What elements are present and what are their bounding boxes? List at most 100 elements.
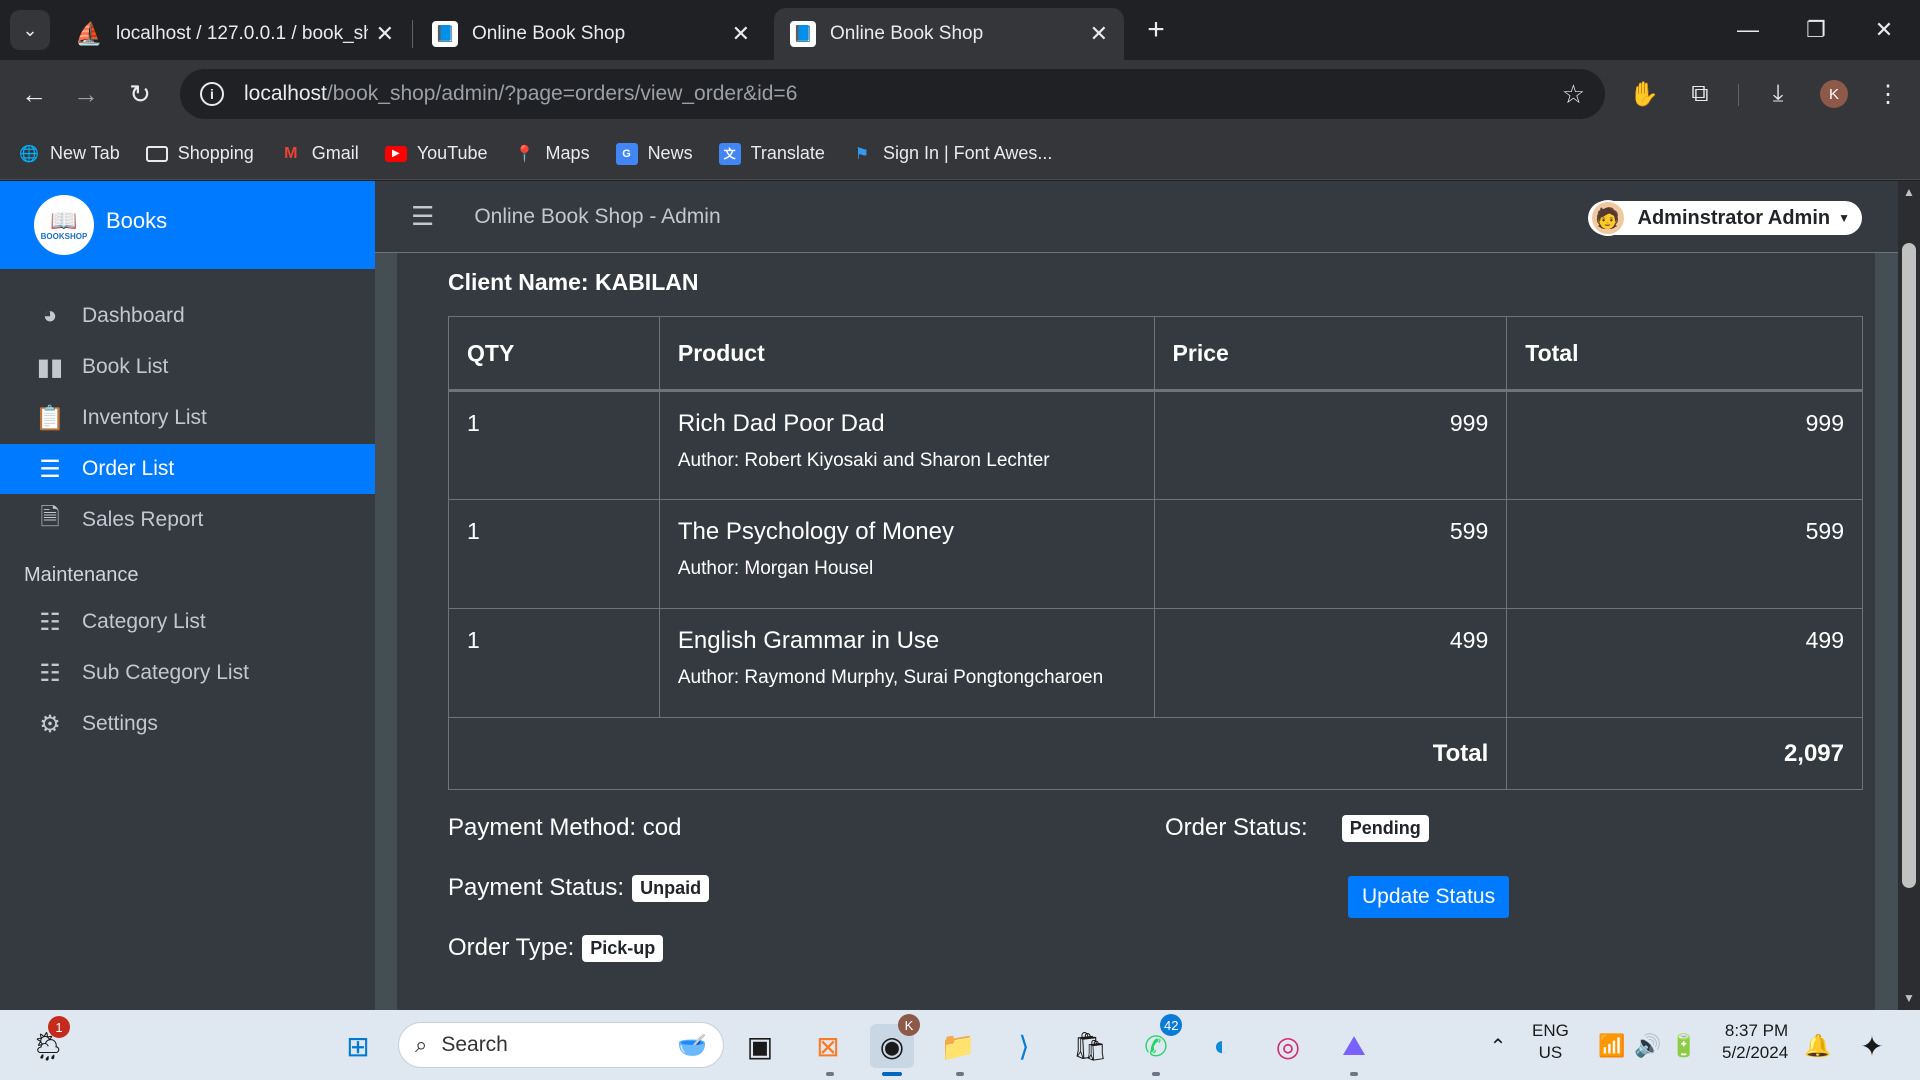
bookmark-translate[interactable]: 文 Translate xyxy=(718,142,825,165)
sidebar-item-inventory-list[interactable]: 📋 Inventory List xyxy=(0,393,375,443)
flag-icon: ⚑ xyxy=(854,145,870,163)
url-path: /book_shop/admin/?page=orders/view_order… xyxy=(326,82,798,105)
maps-pin-icon: 📍 xyxy=(514,145,535,163)
column-header-total: Total xyxy=(1506,316,1863,392)
tab-online-book-shop-1[interactable]: 📘 Online Book Shop ✕ xyxy=(416,8,766,60)
site-title[interactable]: Online Book Shop - Admin xyxy=(474,205,720,229)
copilot-icon[interactable]: ✦ xyxy=(1850,1024,1894,1068)
scroll-down-icon[interactable]: ▼ xyxy=(1902,991,1916,1005)
tab-phpmyadmin[interactable]: ⛵ localhost / 127.0.0.1 / book_sho ✕ xyxy=(60,8,410,60)
file-explorer-icon[interactable]: 📁 xyxy=(936,1024,980,1068)
url-host: localhost xyxy=(244,82,327,105)
scroll-up-icon[interactable]: ▲ xyxy=(1902,185,1916,199)
minimize-button[interactable]: — xyxy=(1718,8,1778,52)
extensions-puzzle-icon[interactable]: ⧉ xyxy=(1680,74,1720,114)
xampp-icon[interactable]: ⊠ xyxy=(806,1024,850,1068)
bookmark-news[interactable]: G News xyxy=(615,142,693,165)
bookmark-gmail[interactable]: M Gmail xyxy=(280,143,359,165)
close-window-button[interactable]: ✕ xyxy=(1854,8,1914,52)
sidebar-item-order-list[interactable]: ☰ Order List xyxy=(0,444,375,494)
sidebar-item-category-list[interactable]: ☷ Category List xyxy=(0,597,375,647)
reload-button[interactable]: ↻ xyxy=(118,72,162,116)
scroll-thumb[interactable] xyxy=(1902,243,1916,888)
th-list-icon: ☷ xyxy=(39,659,61,687)
bookmark-shopping[interactable]: Shopping xyxy=(145,143,254,164)
qty-cell: 1 xyxy=(448,499,660,609)
microsoft-store-icon[interactable]: 🛍 xyxy=(1068,1024,1112,1068)
download-icon[interactable]: ⤓ xyxy=(1758,74,1798,114)
file-icon: 🗎 xyxy=(40,503,60,531)
bookmark-youtube[interactable]: ▶ YouTube xyxy=(384,143,488,164)
close-icon[interactable]: ✕ xyxy=(1090,21,1108,47)
tab-divider xyxy=(412,20,413,48)
running-indicator xyxy=(956,1072,964,1076)
payment-method: Payment Method: cod xyxy=(448,814,682,841)
extension-icon[interactable]: ✋ xyxy=(1624,74,1664,114)
news-icon: G xyxy=(615,142,638,165)
column-header-product: Product xyxy=(658,316,1155,392)
language-indicator[interactable]: ENG US xyxy=(1532,1020,1569,1064)
column-header-qty: QTY xyxy=(448,316,660,392)
list-icon: ☰ xyxy=(39,455,61,483)
order-meta: Payment Method: cod Payment Status: Unpa… xyxy=(448,808,1824,988)
bookmark-maps[interactable]: 📍 Maps xyxy=(514,143,590,165)
url-text[interactable]: localhost/book_shop/admin/?page=orders/v… xyxy=(244,82,1562,106)
sidebar-brand[interactable]: 📖 BOOKSHOP Books xyxy=(0,181,375,269)
product-cell: The Psychology of Money Author: Morgan H… xyxy=(658,499,1155,609)
chevron-up-icon[interactable]: ⌃ xyxy=(1476,1024,1520,1068)
bookmark-font-awesome[interactable]: ⚑ Sign In | Font Awes... xyxy=(851,143,1053,165)
sidebar-item-settings[interactable]: ⚙ Settings xyxy=(0,699,375,749)
page-scrollbar[interactable]: ▲ ▼ xyxy=(1898,181,1920,1010)
hamburger-menu-icon[interactable]: ☰ xyxy=(411,201,434,232)
caret-down-icon: ▼ xyxy=(1838,211,1850,225)
user-avatar: 🧑 xyxy=(1589,200,1626,236)
update-status-button[interactable]: Update Status xyxy=(1348,876,1510,918)
product-author: Author: Morgan Housel xyxy=(677,558,874,579)
new-tab-button[interactable]: + xyxy=(1136,10,1176,50)
clock-time: 8:37 PM xyxy=(1724,1021,1789,1040)
payment-status: Payment Status: Unpaid xyxy=(448,874,710,902)
taskbar-search-input[interactable]: ⌕ Search 🥣 xyxy=(398,1022,724,1068)
bookshop-favicon-icon: 📘 xyxy=(790,21,816,47)
top-navbar: ☰ Online Book Shop - Admin 🧑 Adminstrato… xyxy=(375,181,1898,253)
bookmark-label: YouTube xyxy=(416,143,488,163)
order-status-label: Order Status: xyxy=(1165,814,1308,841)
clock[interactable]: 8:37 PM 5/2/2024 xyxy=(1722,1020,1788,1064)
sidebar-item-book-list[interactable]: ▮▮ Book List xyxy=(0,342,375,392)
globe-icon: 🌐 xyxy=(19,145,39,163)
menu-dots-icon[interactable]: ⋮ xyxy=(1868,74,1908,114)
bookmark-star-icon[interactable]: ☆ xyxy=(1562,79,1585,110)
edge-icon[interactable]: ◐ xyxy=(1200,1024,1244,1068)
total-cell: 599 xyxy=(1506,499,1863,609)
product-cell: English Grammar in Use Author: Raymond M… xyxy=(658,608,1155,718)
back-button[interactable]: ← xyxy=(12,72,56,116)
task-view-icon[interactable]: ▣ xyxy=(738,1024,782,1068)
user-name: Adminstrator Admin xyxy=(1637,206,1831,229)
tab-online-book-shop-2[interactable]: 📘 Online Book Shop ✕ xyxy=(774,8,1124,60)
forward-button[interactable]: → xyxy=(64,72,108,116)
windows-start-icon[interactable]: ⊞ xyxy=(336,1024,380,1068)
client-name: Client Name: KABILAN xyxy=(448,269,699,295)
battery-icon[interactable]: 🔋 xyxy=(1662,1024,1706,1068)
vscode-icon[interactable]: ⟩ xyxy=(1002,1024,1046,1068)
bookmark-new-tab[interactable]: 🌐 New Tab xyxy=(18,143,120,165)
notification-bell-icon[interactable]: 🔔 xyxy=(1796,1024,1840,1068)
sidebar-item-sales-report[interactable]: 🗎 Sales Report xyxy=(0,495,375,545)
user-dropdown-button[interactable]: 🧑 Adminstrator Admin ▼ xyxy=(1587,200,1862,236)
sidebar-item-dashboard[interactable]: ◕ Dashboard xyxy=(0,291,375,341)
restore-button[interactable]: ❐ xyxy=(1786,8,1846,52)
app-mountain-icon[interactable]: ⛰ xyxy=(1332,1024,1376,1068)
running-indicator xyxy=(1350,1072,1358,1076)
bookmarks-bar: 🌐 New Tab Shopping M Gmail ▶ YouTube 📍 Maps … xyxy=(0,128,1920,180)
main-content: ☰ Online Book Shop - Admin 🧑 Adminstrato… xyxy=(375,181,1898,1010)
instagram-icon[interactable]: ◎ xyxy=(1266,1024,1310,1068)
tab-search-button[interactable]: ⌄ xyxy=(10,10,50,50)
profile-avatar[interactable]: K xyxy=(1820,80,1848,108)
sidebar-item-sub-category-list[interactable]: ☷ Sub Category List xyxy=(0,648,375,698)
site-info-icon[interactable]: i xyxy=(200,82,224,106)
bookshop-favicon-icon: 📘 xyxy=(432,21,458,47)
close-icon[interactable]: ✕ xyxy=(376,21,394,47)
address-bar[interactable]: i localhost/book_shop/admin/?page=orders… xyxy=(180,69,1605,119)
close-icon[interactable]: ✕ xyxy=(732,21,750,47)
payment-status-badge: Unpaid xyxy=(632,874,710,902)
